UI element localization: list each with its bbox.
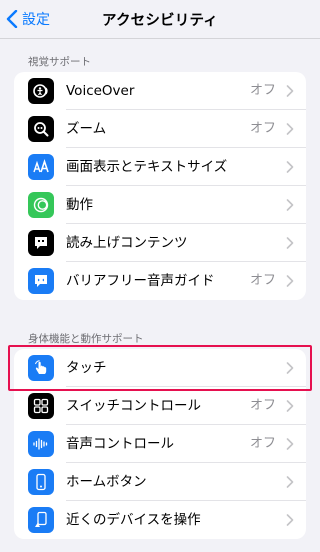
setting-label: 音声コントロール: [66, 436, 174, 452]
chevron-right-icon: [286, 476, 294, 488]
navigation-bar: 設定 アクセシビリティ: [0, 0, 320, 38]
page-title: アクセシビリティ: [101, 13, 218, 29]
chevron-right-icon: [286, 85, 294, 97]
setting-label: バリアフリー音声ガイド: [66, 273, 215, 289]
setting-value: オフ: [249, 121, 276, 136]
motion-icon: [28, 192, 54, 218]
voice-control-icon: [28, 431, 54, 457]
voiceover-icon: [28, 78, 54, 104]
settings-group-physical-motor: タッチ スイッチコントロール オフ 音声コントロール オフ ホームボタン 近くの…: [8, 345, 312, 539]
chevron-right-icon: [286, 237, 294, 249]
chevron-right-icon: [286, 362, 294, 374]
setting-label: スイッチコントロール: [66, 398, 201, 414]
setting-label: ズーム: [66, 121, 107, 137]
section-header-vision: 視覚サポート: [28, 56, 91, 68]
zoom-icon: [28, 116, 54, 142]
setting-label: 読み上げコンテンツ: [66, 235, 188, 251]
switch-control-icon: [28, 393, 54, 419]
settings-group-vision: VoiceOver オフ ズーム オフ 画面表示とテキストサイズ 動作 読み上げ…: [14, 72, 306, 300]
setting-value: オフ: [249, 83, 276, 98]
setting-row-voiceover[interactable]: VoiceOver オフ: [14, 72, 306, 110]
setting-label: タッチ: [66, 360, 107, 376]
touch-hand-icon: [28, 355, 54, 381]
chevron-right-icon: [286, 161, 294, 173]
chevron-right-icon: [286, 275, 294, 287]
setting-label: VoiceOver: [66, 83, 135, 99]
audio-description-icon: [28, 268, 54, 294]
chevron-right-icon: [286, 123, 294, 135]
setting-label: 近くのデバイスを操作: [66, 512, 201, 528]
text-size-icon: [28, 154, 54, 180]
setting-label: 動作: [66, 197, 93, 213]
setting-row-touch[interactable]: タッチ: [8, 345, 312, 391]
spoken-content-icon: [28, 230, 54, 256]
nav-divider: [0, 38, 320, 39]
setting-label: 画面表示とテキストサイズ: [66, 159, 228, 175]
section-header-physical-motor: 身体機能と動作サポート: [28, 333, 144, 345]
chevron-right-icon: [286, 199, 294, 211]
setting-row-voice-control[interactable]: 音声コントロール オフ: [14, 425, 306, 463]
setting-row-motion[interactable]: 動作: [14, 186, 306, 224]
setting-row-switch-control[interactable]: スイッチコントロール オフ: [14, 387, 306, 425]
setting-row-home-button[interactable]: ホームボタン: [14, 463, 306, 501]
setting-row-audio-descriptions[interactable]: バリアフリー音声ガイド オフ: [14, 262, 306, 300]
chevron-right-icon: [286, 514, 294, 526]
setting-row-display-text-size[interactable]: 画面表示とテキストサイズ: [14, 148, 306, 186]
setting-row-control-nearby-devices[interactable]: 近くのデバイスを操作: [14, 501, 306, 539]
setting-row-zoom[interactable]: ズーム オフ: [14, 110, 306, 148]
setting-value: オフ: [249, 273, 276, 288]
chevron-right-icon: [286, 438, 294, 450]
setting-value: オフ: [249, 436, 276, 451]
nearby-devices-icon: [28, 507, 54, 533]
home-button-icon: [28, 469, 54, 495]
setting-row-spoken-content[interactable]: 読み上げコンテンツ: [14, 224, 306, 262]
setting-label: ホームボタン: [66, 474, 147, 490]
chevron-right-icon: [286, 400, 294, 412]
setting-value: オフ: [249, 398, 276, 413]
